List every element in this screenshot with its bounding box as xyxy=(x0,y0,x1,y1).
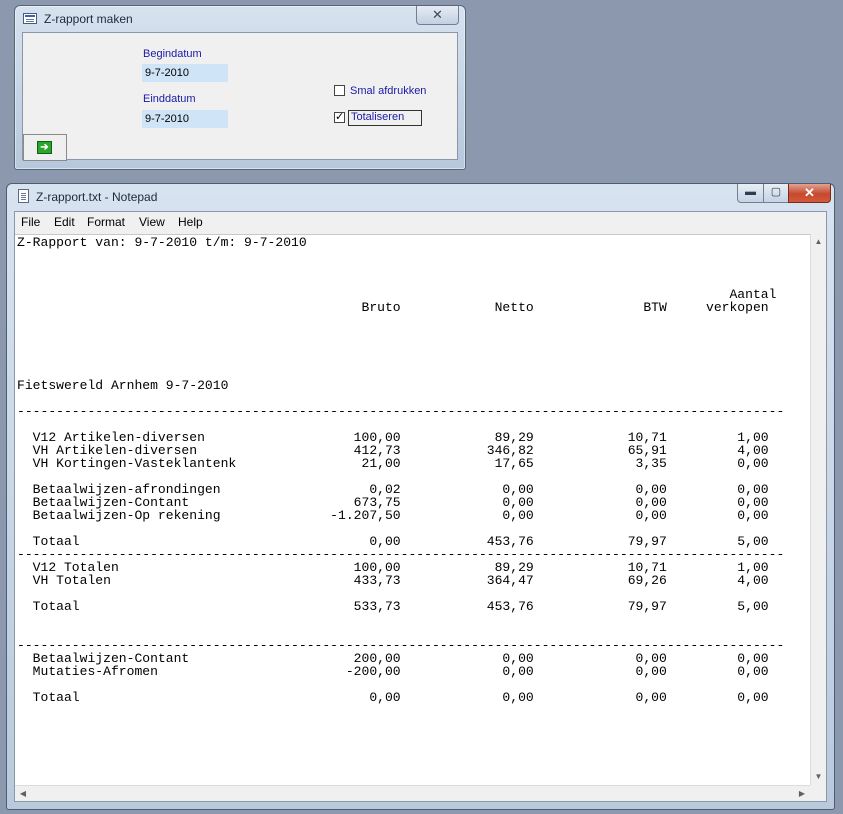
arrow-right-icon: ➔ xyxy=(37,141,52,154)
dialog-titlebar[interactable]: Z-rapport maken ✕ xyxy=(15,6,465,31)
notepad-window: Z-rapport.txt - Notepad ▬ ▢ ✕ File Edit … xyxy=(6,183,835,810)
report-line: VH Kortingen-Vasteklantenk 21,00 17,65 3… xyxy=(17,456,769,471)
report-line: Betaalwijzen-Op rekening -1.207,50 0,00 … xyxy=(17,508,769,523)
notepad-icon xyxy=(18,189,29,203)
report-line: Mutaties-Afromen -200,00 0,00 0,00 0,00 xyxy=(17,664,769,679)
report-line xyxy=(17,314,784,327)
scroll-left-icon[interactable]: ◀ xyxy=(15,786,31,801)
begindatum-label: Begindatum xyxy=(143,48,202,60)
size-grip[interactable] xyxy=(810,785,826,801)
report-line: Z-Rapport van: 9-7-2010 t/m: 9-7-2010 xyxy=(17,235,307,250)
notepad-client: File Edit Format View Help Z-Rapport van… xyxy=(14,211,827,802)
scroll-down-icon[interactable]: ▼ xyxy=(811,769,826,785)
notepad-title: Z-rapport.txt - Notepad xyxy=(36,190,158,204)
report-line xyxy=(17,353,784,366)
dialog-client-area: Begindatum 9-7-2010 Einddatum 9-7-2010 S… xyxy=(22,32,458,161)
dialog-title: Z-rapport maken xyxy=(44,12,133,26)
report-text: Z-Rapport van: 9-7-2010 t/m: 9-7-2010 Aa… xyxy=(17,236,784,704)
smal-afdrukken-checkbox[interactable] xyxy=(334,85,345,96)
minimize-icon: ▬ xyxy=(745,186,756,198)
scroll-up-icon[interactable]: ▲ xyxy=(811,234,826,250)
close-icon: ✕ xyxy=(432,7,443,22)
menu-help[interactable]: Help xyxy=(178,215,203,229)
menu-bar: File Edit Format View Help xyxy=(15,212,826,232)
close-icon: ✕ xyxy=(804,185,815,200)
dialog-close-button[interactable]: ✕ xyxy=(416,6,459,25)
menu-view[interactable]: View xyxy=(139,215,165,229)
z-rapport-dialog: Z-rapport maken ✕ Begindatum 9-7-2010 Ei… xyxy=(14,5,466,170)
smal-afdrukken-label[interactable]: Smal afdrukken xyxy=(350,85,426,97)
report-line: Totaal 0,00 0,00 0,00 0,00 xyxy=(17,690,769,705)
report-line: Totaal 533,73 453,76 79,97 5,00 xyxy=(17,599,769,614)
form-icon xyxy=(23,13,37,24)
totaliseren-label[interactable]: Totaliseren xyxy=(348,110,422,126)
report-line xyxy=(17,262,784,275)
minimize-button[interactable]: ▬ xyxy=(737,184,764,203)
report-line xyxy=(17,327,784,340)
report-line xyxy=(17,340,784,353)
report-line: Fietswereld Arnhem 9-7-2010 xyxy=(17,378,229,393)
report-line xyxy=(17,613,784,626)
einddatum-field[interactable]: 9-7-2010 xyxy=(142,110,228,128)
maximize-button[interactable]: ▢ xyxy=(763,184,789,203)
begindatum-field[interactable]: 9-7-2010 xyxy=(142,64,228,82)
report-line: VH Totalen 433,73 364,47 69,26 4,00 xyxy=(17,573,769,588)
vertical-scrollbar[interactable]: ▲ ▼ xyxy=(810,234,826,785)
scroll-right-icon[interactable]: ▶ xyxy=(794,786,810,801)
report-line: ----------------------------------------… xyxy=(17,404,785,419)
einddatum-label: Einddatum xyxy=(143,93,196,105)
report-line xyxy=(17,249,784,262)
maximize-icon: ▢ xyxy=(770,186,782,198)
report-line: Bruto Netto BTW verkopen xyxy=(17,300,769,315)
menu-format[interactable]: Format xyxy=(87,215,125,229)
text-editor[interactable]: Z-Rapport van: 9-7-2010 t/m: 9-7-2010 Aa… xyxy=(15,234,810,786)
close-button[interactable]: ✕ xyxy=(788,184,831,203)
generate-report-button[interactable]: ➔ xyxy=(23,134,67,161)
horizontal-scrollbar[interactable]: ◀ ▶ xyxy=(15,785,810,801)
totaliseren-checkbox[interactable]: ✓ xyxy=(334,112,345,123)
menu-edit[interactable]: Edit xyxy=(54,215,75,229)
menu-file[interactable]: File xyxy=(21,215,40,229)
